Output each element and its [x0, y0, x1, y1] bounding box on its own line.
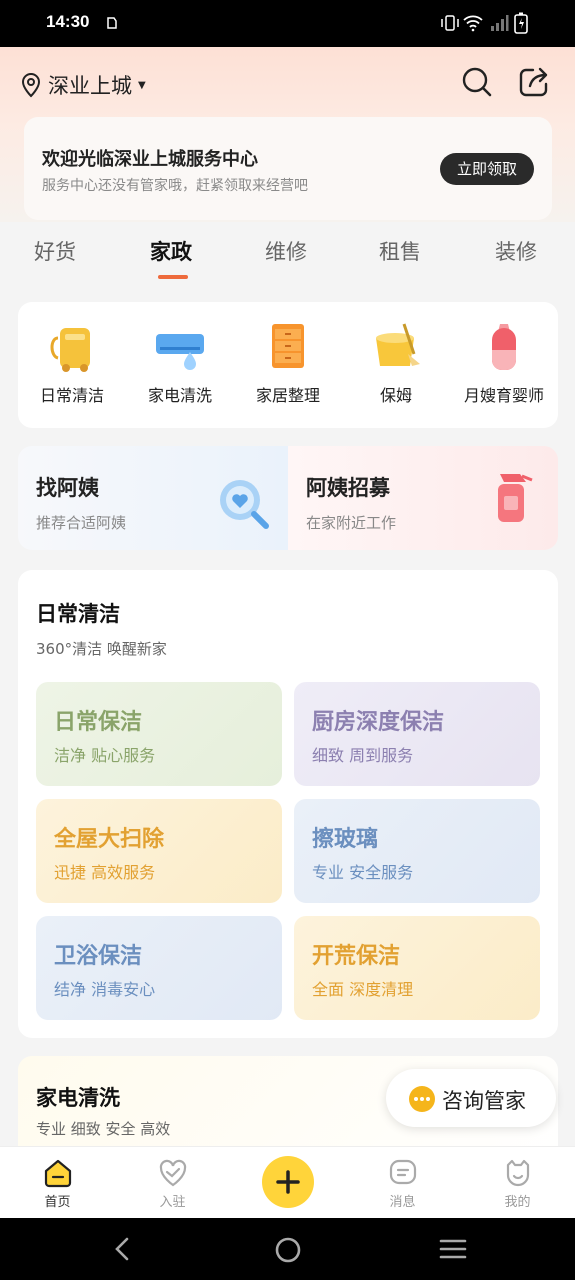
- wifi-icon: [463, 15, 483, 32]
- tile-subtitle: 专业 安全服务: [312, 863, 414, 882]
- consult-label: 咨询管家: [442, 1089, 526, 1113]
- tile-subtitle: 全面 深度清理: [312, 980, 414, 999]
- tile-daily-cleaning[interactable]: 日常保洁 洁净 贴心服务: [36, 682, 282, 786]
- chevron-down-icon: ▼: [138, 79, 146, 91]
- bucket-mop-icon: [376, 323, 420, 366]
- nav-join[interactable]: 入驻: [115, 1147, 230, 1210]
- tab-goods[interactable]: 好货: [34, 236, 76, 266]
- category-tabs: 好货 家政 维修 租售 装修: [0, 222, 575, 292]
- vacuum-cleaner-icon: [50, 328, 90, 372]
- share-icon[interactable]: [516, 64, 552, 100]
- consult-manager-button[interactable]: 咨询管家: [386, 1069, 556, 1127]
- category-label: 家电清洗: [147, 386, 212, 405]
- tile-kitchen-deep-cleaning[interactable]: 厨房深度保洁 细致 周到服务: [294, 682, 540, 786]
- status-bar: 14:30: [0, 0, 575, 47]
- welcome-banner: 欢迎光临深业上城服务中心 服务中心还没有管家哦，赶紧领取来经营吧 立即领取: [24, 117, 552, 220]
- tile-subtitle: 迅捷 高效服务: [54, 863, 156, 882]
- back-icon[interactable]: [110, 1236, 134, 1262]
- tile-subtitle: 洁净 贴心服务: [54, 746, 156, 765]
- tab-decoration[interactable]: 装修: [495, 236, 537, 266]
- handshake-icon: [159, 1159, 186, 1187]
- category-label: 日常清洁: [39, 386, 104, 405]
- nav-label: 首页: [44, 1195, 71, 1210]
- tab-repair[interactable]: 维修: [265, 236, 307, 266]
- nav-label: 入驻: [159, 1195, 186, 1210]
- location-pin-icon: [21, 72, 41, 98]
- category-label: 家居整理: [255, 386, 320, 405]
- nav-label: 我的: [504, 1195, 531, 1210]
- service-categories: 日常清洁 家电清洗 家居整理 保姆 月嫂育婴师: [18, 302, 558, 428]
- category-daily-cleaning[interactable]: 日常清洁: [17, 302, 127, 406]
- publish-button[interactable]: [262, 1156, 314, 1208]
- nav-home[interactable]: 首页: [0, 1147, 115, 1210]
- spray-bottle-icon: [498, 474, 533, 522]
- claim-button[interactable]: 立即领取: [440, 153, 534, 185]
- tile-title: 卫浴保洁: [54, 944, 143, 969]
- nav-messages[interactable]: 消息: [345, 1147, 460, 1210]
- section-title: 日常清洁: [36, 602, 120, 626]
- tile-subtitle: 细致 周到服务: [312, 746, 414, 765]
- tile-bathroom-cleaning[interactable]: 卫浴保洁 结净 消毒安心: [36, 916, 282, 1020]
- notification-icon: [107, 17, 117, 29]
- category-appliance-cleaning[interactable]: 家电清洗: [125, 302, 235, 406]
- banner-subtitle: 服务中心还没有管家哦，赶紧领取来经营吧: [42, 178, 308, 194]
- promo-title: 找阿姨: [36, 476, 99, 500]
- tile-title: 厨房深度保洁: [312, 710, 445, 735]
- promo-title: 阿姨招募: [306, 476, 390, 500]
- tile-window-cleaning[interactable]: 擦玻璃 专业 安全服务: [294, 799, 540, 903]
- category-nanny[interactable]: 保姆: [341, 302, 451, 406]
- profile-icon: [506, 1159, 529, 1187]
- signal-icon: [491, 15, 509, 31]
- recents-menu-icon[interactable]: [439, 1237, 467, 1261]
- search-icon[interactable]: [459, 64, 495, 100]
- helper-recruit-card[interactable]: 阿姨招募 在家附近工作: [288, 446, 558, 550]
- tab-indicator: [158, 275, 188, 279]
- section-subtitle: 专业 细致 安全 高效: [36, 1120, 171, 1138]
- baby-bottle-icon: [492, 324, 516, 370]
- promo-subtitle: 推荐合适阿姨: [36, 514, 127, 532]
- system-navigation-bar: [0, 1218, 575, 1280]
- message-icon: [389, 1159, 416, 1185]
- category-label: 保姆: [379, 386, 412, 405]
- find-helper-card[interactable]: 找阿姨 推荐合适阿姨: [18, 446, 288, 550]
- battery-icon: [514, 12, 528, 34]
- tab-rental[interactable]: 租售: [379, 236, 421, 266]
- tile-subtitle: 结净 消毒安心: [54, 980, 156, 999]
- section-title: 家电清洗: [36, 1086, 120, 1110]
- home-icon: [44, 1159, 71, 1188]
- magnifier-heart-icon: [220, 480, 269, 529]
- tile-title: 全屋大扫除: [54, 827, 165, 852]
- drawer-cabinet-icon: [272, 324, 304, 368]
- vibrate-icon: [441, 15, 459, 31]
- category-maternity-nurse[interactable]: 月嫂育婴师: [449, 302, 559, 406]
- location-selector[interactable]: 深业上城 ▼: [20, 70, 146, 100]
- tile-title: 开荒保洁: [312, 944, 401, 969]
- air-conditioner-icon: [156, 334, 204, 370]
- tile-title: 日常保洁: [54, 710, 143, 735]
- location-name: 深业上城: [48, 74, 132, 98]
- nav-label: 消息: [389, 1195, 416, 1210]
- section-subtitle: 360°清洁 唤醒新家: [36, 640, 167, 658]
- banner-title: 欢迎光临深业上城服务中心: [42, 149, 258, 170]
- daily-cleaning-section: 日常清洁 360°清洁 唤醒新家 日常保洁 洁净 贴心服务 厨房深度保洁 细致 …: [18, 570, 558, 1038]
- chat-bubble-icon: [409, 1086, 435, 1112]
- tile-title: 擦玻璃: [312, 827, 379, 852]
- nav-profile[interactable]: 我的: [460, 1147, 575, 1210]
- status-time: 14:30: [46, 12, 90, 31]
- category-label: 月嫂育婴师: [463, 386, 544, 405]
- category-home-organizing[interactable]: 家居整理: [233, 302, 343, 406]
- plus-icon: [276, 1170, 300, 1194]
- home-button-icon[interactable]: [274, 1236, 302, 1264]
- tile-whole-house-cleaning[interactable]: 全屋大扫除 迅捷 高效服务: [36, 799, 282, 903]
- promo-subtitle: 在家附近工作: [306, 514, 397, 532]
- tile-post-renovation-cleaning[interactable]: 开荒保洁 全面 深度清理: [294, 916, 540, 1020]
- tab-housekeeping[interactable]: 家政: [150, 236, 192, 266]
